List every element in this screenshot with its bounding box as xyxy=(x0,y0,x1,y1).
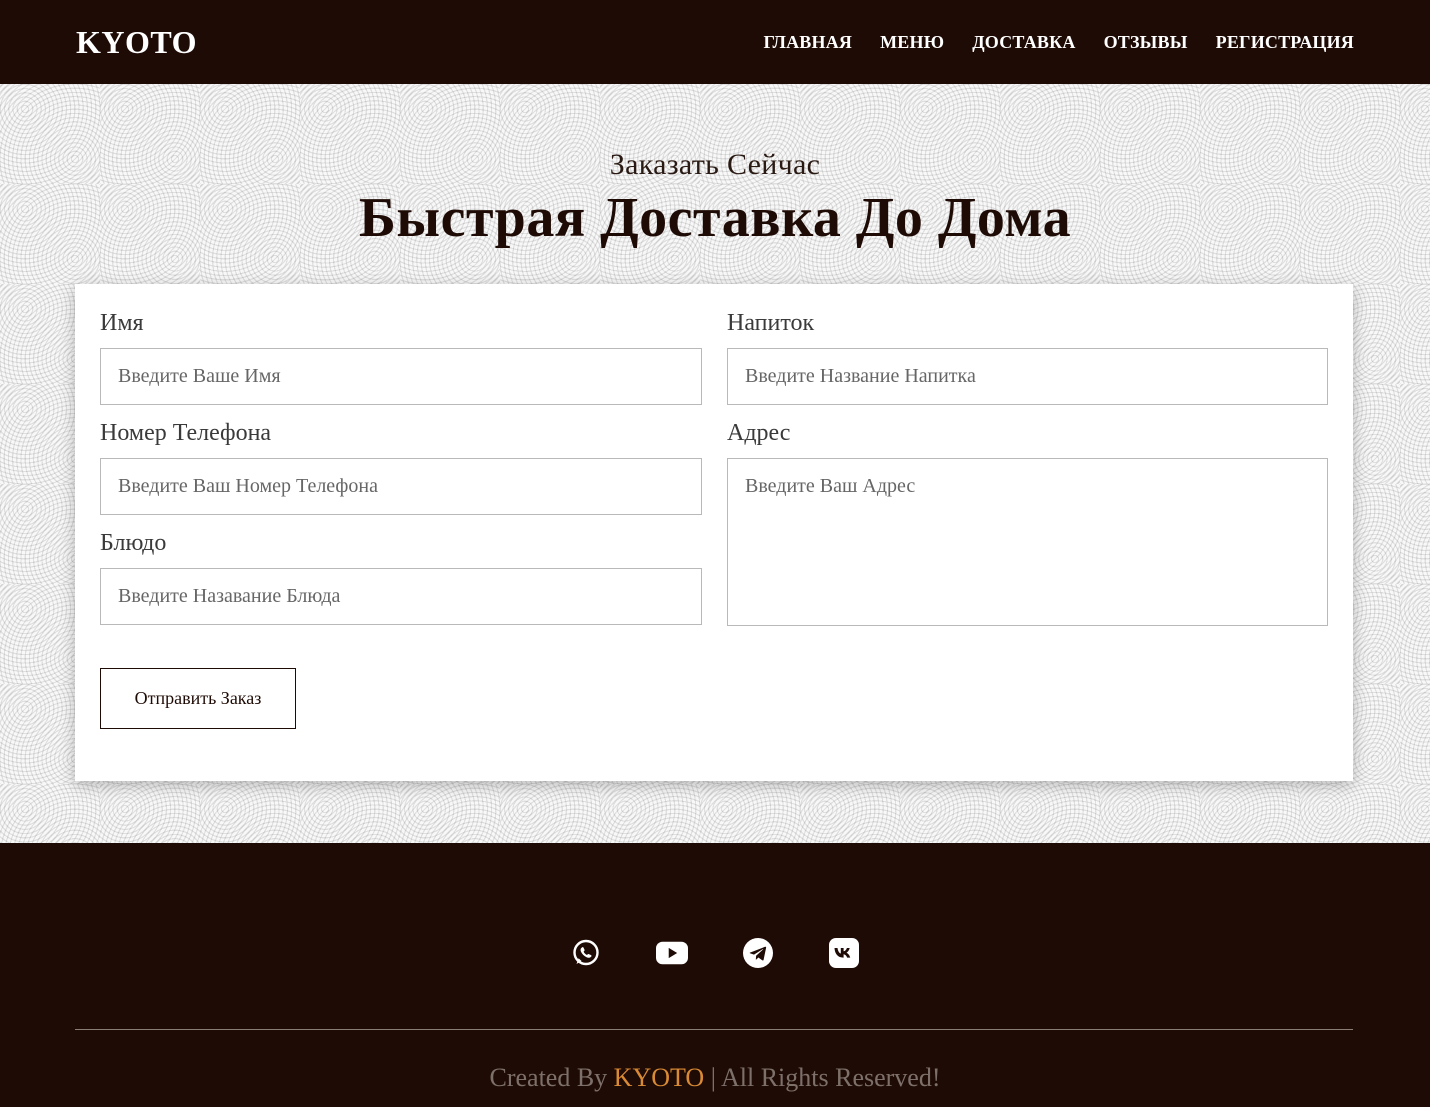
nav-link-delivery[interactable]: ДОСТАВКА xyxy=(972,32,1075,53)
section-heading: Заказать Сейчас Быстрая Доставка До Дома xyxy=(0,148,1430,250)
phone-label: Номер Телефона xyxy=(100,420,272,446)
site-header: KYOTO ГЛАВНАЯ МЕНЮ ДОСТАВКА ОТЗЫВЫ РЕГИС… xyxy=(0,0,1430,84)
copyright-brand: KYOTO xyxy=(613,1063,705,1092)
copyright-prefix: Created By xyxy=(489,1063,614,1092)
nav-link-menu[interactable]: МЕНЮ xyxy=(880,32,944,53)
section-title: Быстрая Доставка До Дома xyxy=(358,187,1072,249)
copyright-text: Created By KYOTO | All Rights Reserved! xyxy=(0,1063,1430,1093)
nav-link-registration[interactable]: РЕГИСТРАЦИЯ xyxy=(1216,32,1354,53)
nav-link-reviews[interactable]: ОТЗЫВЫ xyxy=(1104,32,1188,53)
site-logo[interactable]: KYOTO xyxy=(76,24,197,61)
form-column-right: Напиток Адрес xyxy=(727,308,1328,638)
drink-label: Напиток xyxy=(727,310,815,336)
form-columns: Имя Номер Телефона Блюдо Напиток Адрес xyxy=(100,308,1328,638)
youtube-icon[interactable] xyxy=(656,937,688,969)
form-column-left: Имя Номер Телефона Блюдо xyxy=(100,308,702,638)
social-links xyxy=(0,937,1430,969)
dish-label: Блюдо xyxy=(100,530,167,556)
main-nav: ГЛАВНАЯ МЕНЮ ДОСТАВКА ОТЗЫВЫ РЕГИСТРАЦИЯ xyxy=(764,32,1354,53)
name-label: Имя xyxy=(100,310,144,336)
whatsapp-icon[interactable] xyxy=(570,937,602,969)
order-form: Имя Номер Телефона Блюдо Напиток Адрес О… xyxy=(75,284,1353,781)
dish-input[interactable] xyxy=(100,568,702,625)
telegram-icon[interactable] xyxy=(742,937,774,969)
nav-link-home[interactable]: ГЛАВНАЯ xyxy=(764,32,853,53)
order-section: Заказать Сейчас Быстрая Доставка До Дома… xyxy=(0,84,1430,843)
footer-divider xyxy=(75,1029,1353,1030)
copyright-suffix: | All Rights Reserved! xyxy=(704,1063,941,1092)
site-footer: Created By KYOTO | All Rights Reserved! xyxy=(0,843,1430,1107)
drink-input[interactable] xyxy=(727,348,1328,405)
address-textarea[interactable] xyxy=(727,458,1328,626)
address-label: Адрес xyxy=(727,420,791,446)
submit-order-button[interactable]: Отправить Заказ xyxy=(100,668,296,729)
phone-input[interactable] xyxy=(100,458,702,515)
name-input[interactable] xyxy=(100,348,702,405)
section-subtitle: Заказать Сейчас xyxy=(609,148,821,181)
vk-icon[interactable] xyxy=(828,937,860,969)
